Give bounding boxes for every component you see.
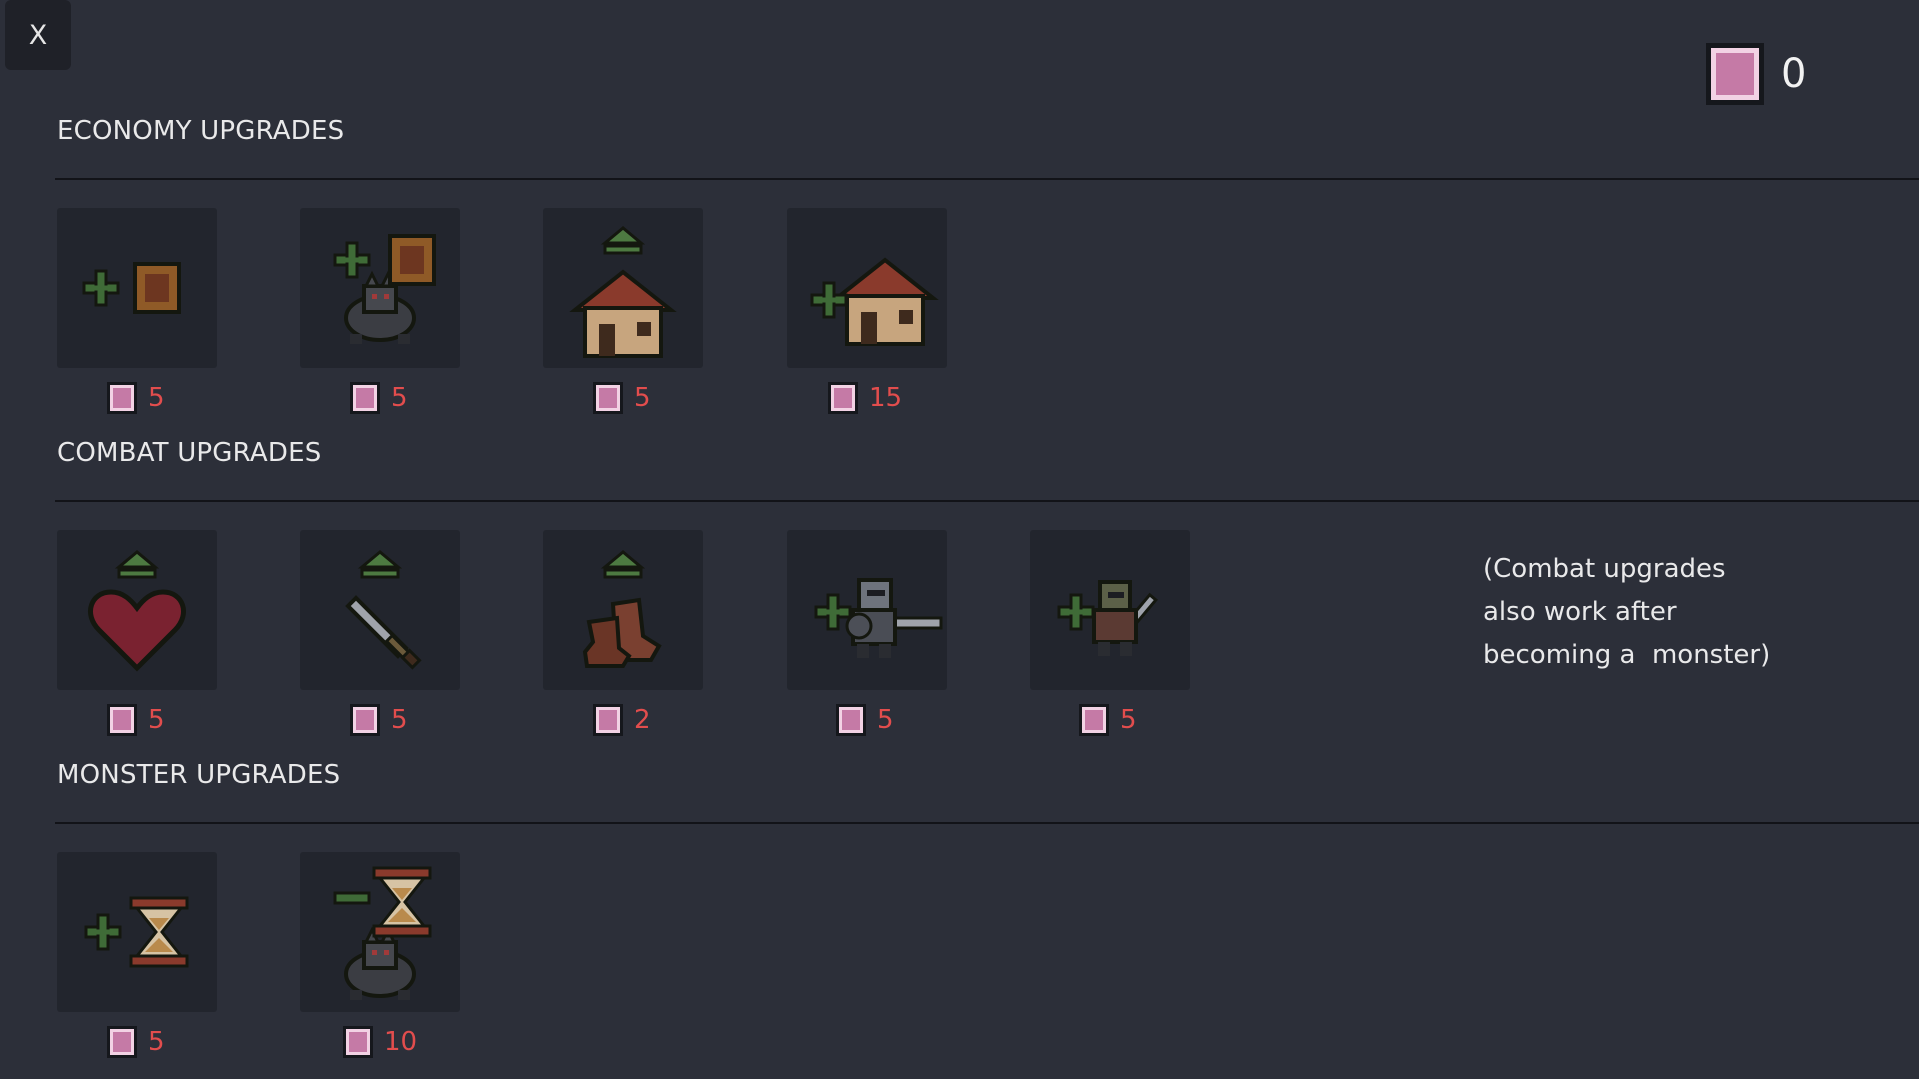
- gem-icon: [1082, 707, 1106, 733]
- reduce-time-monster-icon: [333, 866, 432, 1002]
- upgrade-health-heart-icon: [88, 550, 186, 672]
- upgrade-card-economy-2[interactable]: [300, 208, 460, 368]
- gem-icon: [596, 707, 620, 733]
- gem-icon: [110, 1029, 134, 1055]
- gem-icon: [1711, 48, 1759, 100]
- combat-upgrades-note: (Combat upgrades also work after becomin…: [1483, 554, 1771, 670]
- add-house-icon: [810, 258, 935, 346]
- upgrade-card-economy-4[interactable]: [787, 208, 947, 368]
- cost-value: 15: [869, 383, 903, 413]
- gem-icon: [110, 707, 134, 733]
- economy-divider: [55, 178, 1919, 180]
- cost-value: 2: [634, 705, 651, 735]
- close-button[interactable]: X: [5, 0, 71, 70]
- gem-icon: [353, 385, 377, 411]
- gem-icon: [839, 707, 863, 733]
- upgrade-card-combat-1[interactable]: [57, 530, 217, 690]
- cost-value: 5: [877, 705, 894, 735]
- upgrade-card-combat-4[interactable]: [787, 530, 947, 690]
- upgrade-cost-economy-2[interactable]: 5: [353, 381, 408, 415]
- upgrade-card-economy-3[interactable]: [543, 208, 703, 368]
- upgrade-card-combat-3[interactable]: [543, 530, 703, 690]
- upgrade-cost-economy-4[interactable]: 15: [831, 381, 902, 415]
- upgrade-cost-monster-2[interactable]: 10: [346, 1025, 417, 1059]
- upgrade-cost-combat-1[interactable]: 5: [110, 703, 165, 737]
- upgrade-card-combat-2[interactable]: [300, 530, 460, 690]
- gem-icon: [346, 1029, 370, 1055]
- cost-value: 5: [148, 1027, 165, 1057]
- upgrade-cost-combat-2[interactable]: 5: [353, 703, 408, 737]
- cost-value: 5: [634, 383, 651, 413]
- gem-icon: [596, 385, 620, 411]
- add-time-hourglass-icon: [84, 896, 189, 968]
- combat-upgrades-title: COMBAT UPGRADES: [57, 438, 322, 468]
- upgrade-cost-economy-1[interactable]: 5: [110, 381, 165, 415]
- upgrade-sword-icon: [345, 550, 422, 670]
- gem-icon: [831, 385, 855, 411]
- combat-divider: [55, 500, 1919, 502]
- add-knight-icon: [814, 578, 943, 658]
- monster-upgrades-title: MONSTER UPGRADES: [57, 760, 341, 790]
- upgrade-house-icon: [573, 226, 673, 358]
- economy-upgrades-title: ECONOMY UPGRADES: [57, 116, 345, 146]
- upgrade-cost-combat-4[interactable]: 5: [839, 703, 894, 737]
- monster-divider: [55, 822, 1919, 824]
- upgrade-cost-monster-1[interactable]: 5: [110, 1025, 165, 1059]
- cost-value: 10: [384, 1027, 418, 1057]
- upgrade-card-monster-1[interactable]: [57, 852, 217, 1012]
- upgrade-cost-combat-3[interactable]: 2: [596, 703, 651, 737]
- gem-icon: [353, 707, 377, 733]
- upgrade-boots-icon: [582, 550, 662, 668]
- upgrade-card-monster-2[interactable]: [300, 852, 460, 1012]
- cost-value: 5: [1120, 705, 1137, 735]
- add-gold-icon: [82, 262, 181, 314]
- cost-value: 5: [391, 705, 408, 735]
- add-swordsman-icon: [1057, 580, 1158, 656]
- gem-icon: [110, 385, 134, 411]
- cost-value: 5: [391, 383, 408, 413]
- upgrade-cost-combat-5[interactable]: 5: [1082, 703, 1137, 737]
- cost-value: 5: [148, 705, 165, 735]
- currency-display: 0: [1711, 48, 1806, 100]
- upgrade-card-economy-1[interactable]: [57, 208, 217, 368]
- add-gold-worker-icon: [333, 234, 436, 346]
- cost-value: 5: [148, 383, 165, 413]
- upgrade-cost-economy-3[interactable]: 5: [596, 381, 651, 415]
- upgrade-card-combat-5[interactable]: [1030, 530, 1190, 690]
- currency-amount: 0: [1781, 51, 1807, 97]
